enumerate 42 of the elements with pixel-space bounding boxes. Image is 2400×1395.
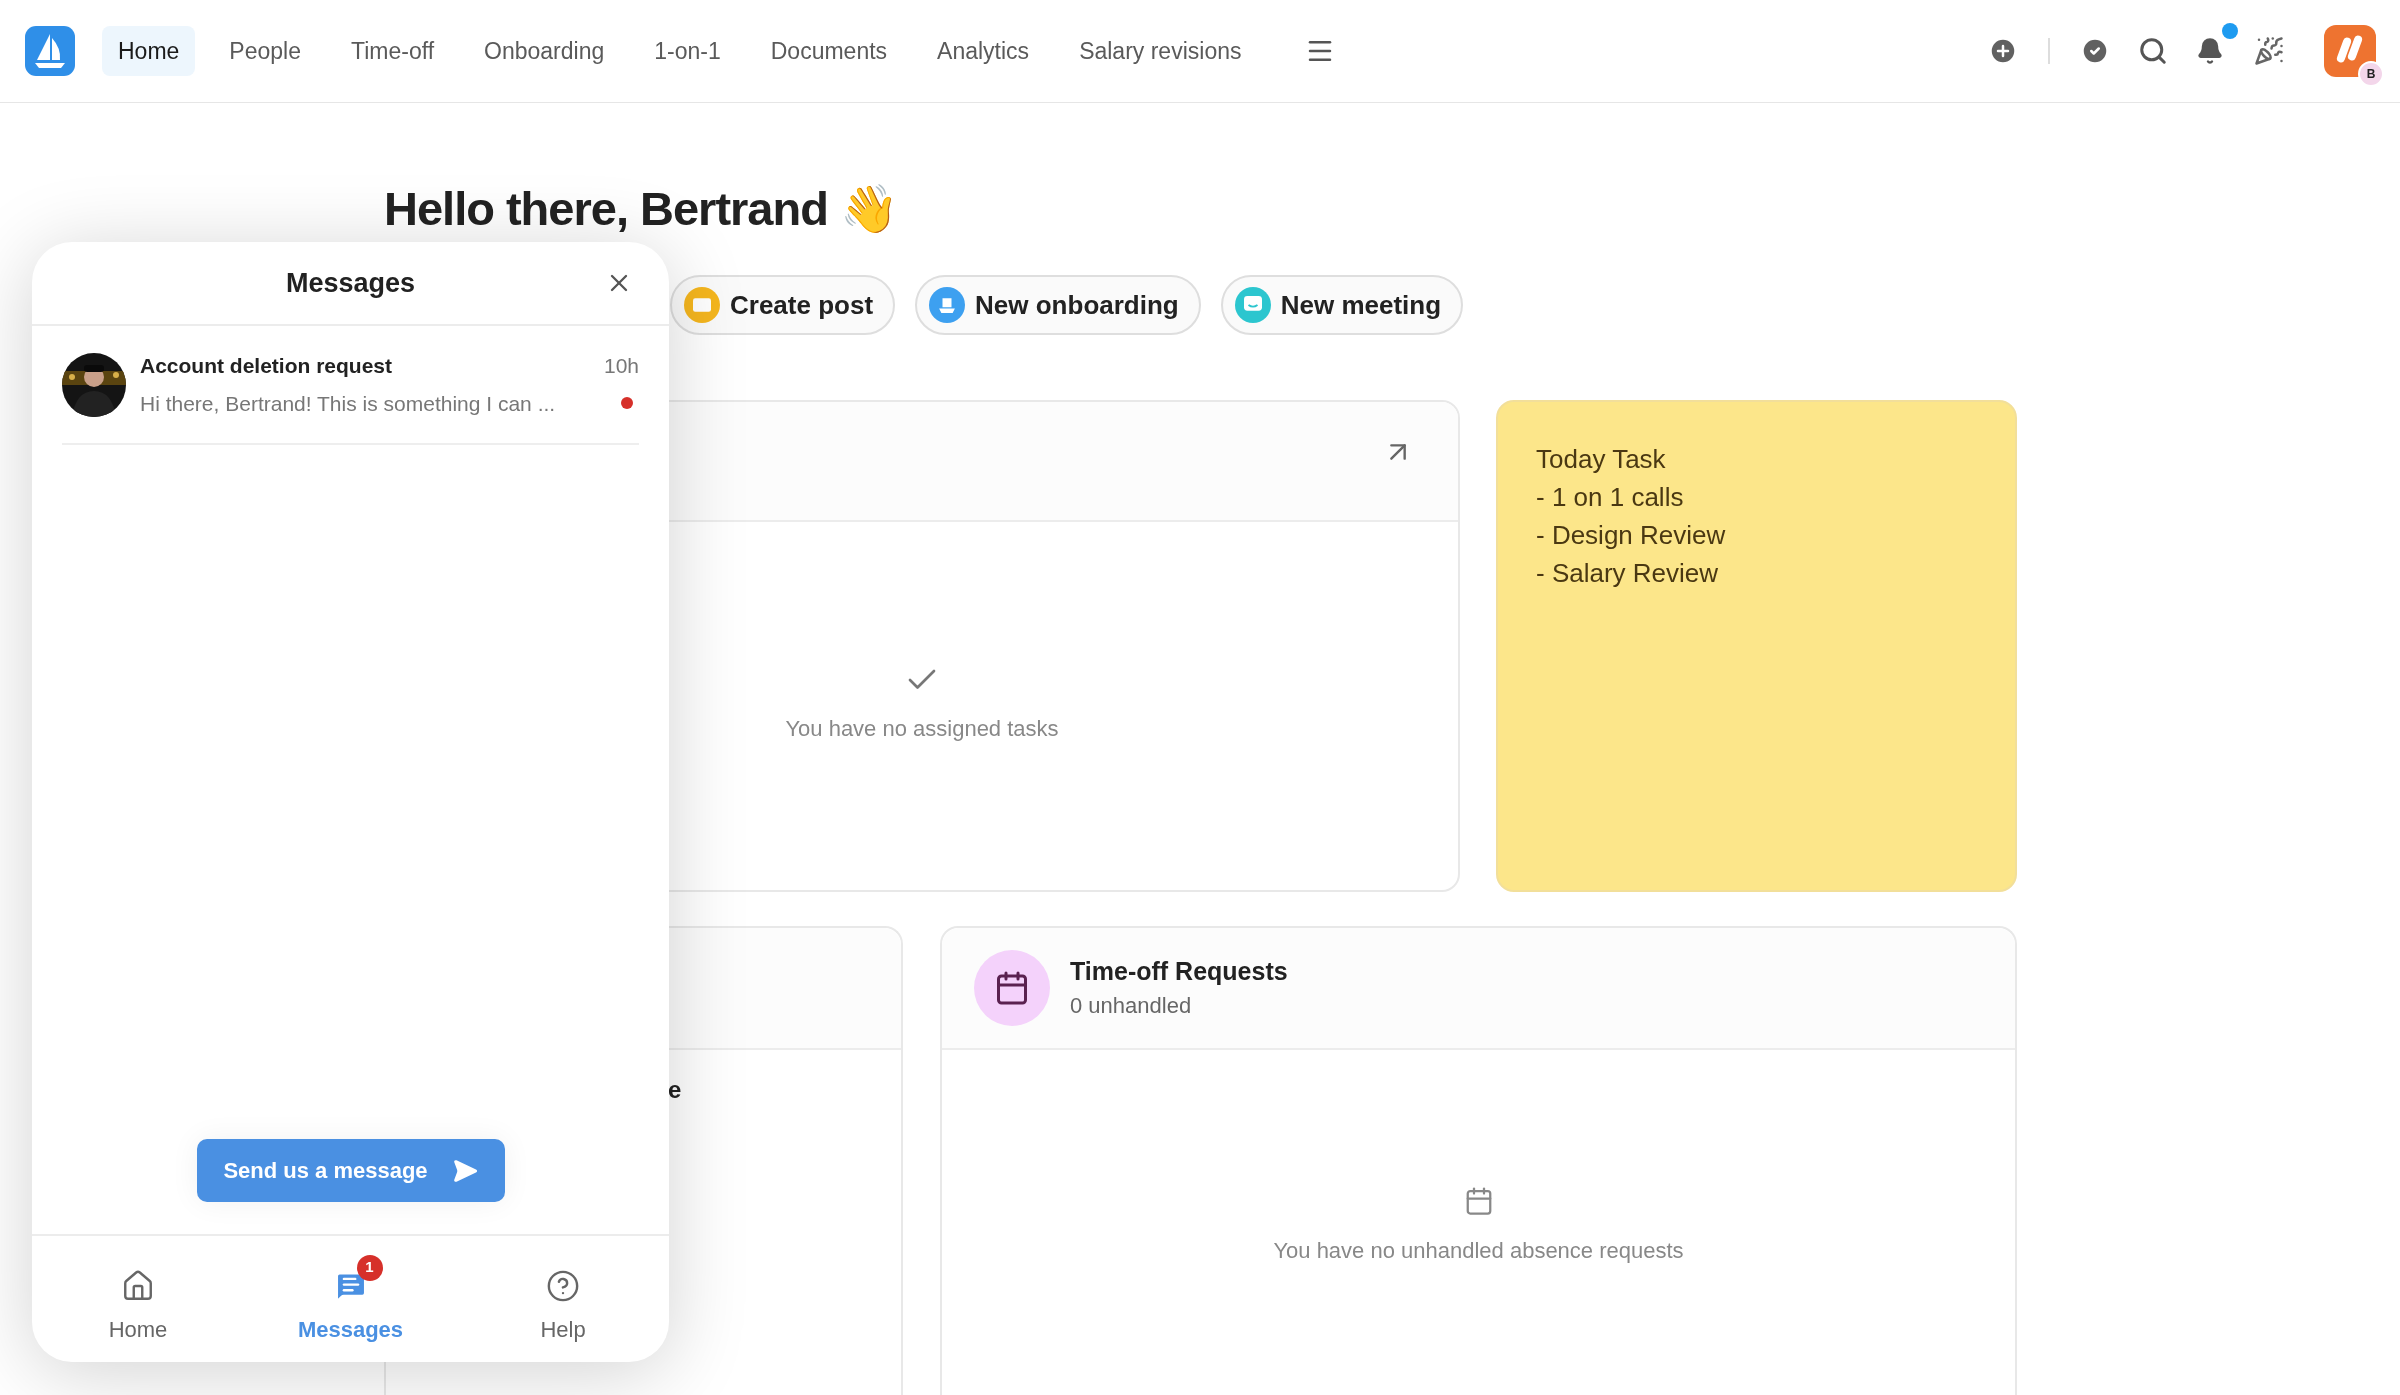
conversation-preview: Hi there, Bertrand! This is something I can ...: [140, 390, 556, 417]
nav-tab[interactable]: Salary revisions: [1063, 26, 1258, 76]
nav-tab[interactable]: People: [213, 26, 317, 76]
conversation-title: Account deletion request: [140, 353, 393, 379]
panel-tab[interactable]: Home: [68, 1252, 208, 1346]
help-icon: [546, 1268, 580, 1303]
conversation-time: 10h: [603, 353, 639, 379]
panel-title: Messages: [285, 266, 416, 300]
panel-tab[interactable]: Help: [493, 1252, 633, 1346]
empty-state-text: You have no unhandled absence requests: [1273, 1237, 1684, 1265]
greeting-heading: Hello there, Bertrand 👋: [384, 181, 899, 237]
note-line: - 1 on 1 calls: [1536, 481, 1685, 514]
quick-action-button[interactable]: Create post: [670, 275, 896, 335]
card-subtitle: 0 unhandled: [1070, 992, 1193, 1020]
nav-tab[interactable]: Time-off: [335, 26, 451, 76]
bell-icon[interactable]: [2196, 37, 2224, 65]
empty-state-text: You have no assigned tasks: [785, 715, 1059, 743]
nav-tab[interactable]: Documents: [754, 26, 904, 76]
note-line: - Design Review: [1536, 519, 1727, 552]
note-line: Today Task: [1536, 443, 1667, 476]
user-initial-badge: B: [2358, 61, 2384, 87]
nav-tab[interactable]: Onboarding: [468, 26, 621, 76]
nav-tab[interactable]: Home: [102, 26, 196, 76]
send-icon: [451, 1157, 478, 1184]
unread-count-badge: 1: [356, 1254, 383, 1281]
check-icon[interactable]: [2080, 36, 2110, 66]
panel-tab[interactable]: Messages 1: [280, 1252, 421, 1346]
note-line: - Salary Review: [1536, 557, 1720, 590]
sailboat-logo-icon[interactable]: [25, 26, 75, 76]
party-popper-icon[interactable]: [2254, 36, 2284, 66]
search-icon[interactable]: [2138, 36, 2168, 66]
conversation-item[interactable]: Account deletion request 10h Hi there, Bertrand! This is something I can ...: [62, 326, 639, 445]
calendar-icon: [994, 970, 1030, 1006]
quick-action-button[interactable]: New meeting: [1220, 275, 1464, 335]
card-title: Time-off Requests: [1070, 956, 1288, 987]
home-icon: [121, 1268, 155, 1303]
nav-tab[interactable]: 1-on-1: [638, 26, 737, 76]
add-icon[interactable]: [1988, 36, 2018, 66]
quick-action-button[interactable]: New onboarding: [915, 275, 1201, 335]
workspace-logo-icon[interactable]: [2324, 25, 2376, 77]
card-text: e: [668, 1075, 683, 1105]
nav-tab[interactable]: Analytics: [921, 26, 1046, 76]
